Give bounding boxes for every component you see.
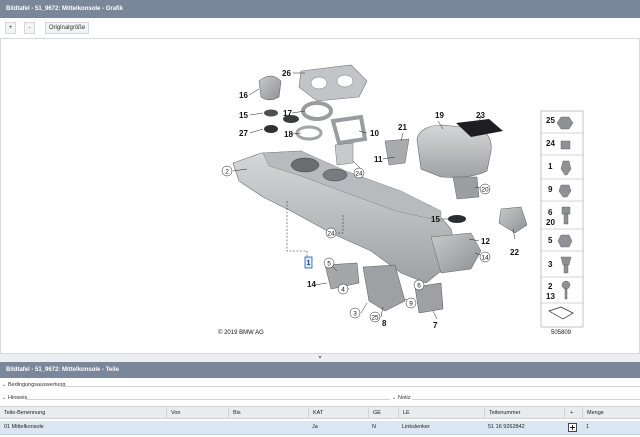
- cell-to: [228, 421, 308, 434]
- chevron-down-icon: ⌄: [391, 395, 397, 401]
- legend-label: 20: [546, 218, 555, 227]
- callout: 10: [370, 129, 379, 138]
- legend-label: 25: [546, 116, 555, 125]
- callout: 25: [371, 315, 379, 322]
- callout: 22: [510, 248, 519, 257]
- add-to-cart-button[interactable]: [564, 421, 582, 434]
- copyright-label: © 2019 BMW AG: [218, 329, 264, 336]
- hint-accordion[interactable]: ⌄ Hinweis: [0, 392, 320, 404]
- callout: 11: [374, 155, 383, 164]
- image-number: 505809: [551, 330, 572, 336]
- hint-label: Hinweis: [8, 395, 28, 401]
- callout: 19: [435, 111, 444, 120]
- add-to-cart-icon: [568, 423, 577, 432]
- cell-ge: N: [372, 424, 376, 430]
- column-header-add[interactable]: +: [564, 407, 582, 418]
- callout: 5: [327, 261, 331, 268]
- column-header-name[interactable]: Teile-Benennung: [0, 407, 166, 418]
- callout: 7: [433, 321, 438, 330]
- column-header-le[interactable]: LE: [398, 407, 484, 418]
- original-size-button[interactable]: Originalgröße: [45, 22, 89, 34]
- table-row[interactable]: 01 Mittelkonsole Ja N Linkslenker 51 16 …: [0, 421, 640, 435]
- column-header-from[interactable]: Von: [166, 407, 228, 418]
- cell-name: 01 Mittelkonsole: [4, 424, 44, 430]
- callout: 1: [307, 260, 311, 267]
- parts-diagram[interactable]: 26 16 15 17 27 18 10 19 23 21 11 15 12 2…: [1, 39, 639, 353]
- panel-splitter[interactable]: ▾: [0, 354, 640, 362]
- parts-panel-title: Bildtafel - 51_9672: Mittelkonsole - Tei…: [0, 362, 640, 378]
- column-header-to[interactable]: Bis: [228, 407, 308, 418]
- callout: 27: [239, 129, 248, 138]
- cell-part-number: 51 16 9262842: [488, 424, 525, 430]
- diagram-frame: 26 16 15 17 27 18 10 19 23 21 11 15 12 2…: [0, 38, 640, 354]
- legend-label: 9: [548, 185, 553, 194]
- legend-label: 2: [548, 282, 553, 291]
- zoom-in-button[interactable]: +: [5, 22, 16, 34]
- column-header-kat[interactable]: KAT: [308, 407, 368, 418]
- callout: 23: [476, 111, 485, 120]
- zoom-out-button[interactable]: -: [24, 22, 35, 34]
- legend-label: 1: [548, 162, 553, 171]
- callout: 24: [355, 171, 363, 178]
- callout: 20: [481, 187, 489, 194]
- callout: 15: [239, 111, 248, 120]
- graphic-toolbar: + - Originalgröße: [0, 20, 640, 36]
- note-accordion[interactable]: ⌄ Notiz: [390, 392, 640, 404]
- callout: 14: [307, 280, 316, 289]
- callout: 21: [398, 123, 407, 132]
- legend-label: 5: [548, 236, 553, 245]
- chevron-down-icon: ⌄: [1, 395, 7, 401]
- callout: 26: [282, 69, 291, 78]
- legend-label: 13: [546, 292, 555, 301]
- column-header-ge[interactable]: GE: [368, 407, 398, 418]
- graphic-panel-title: Bildtafel - 51_9672: Mittelkonsole - Gra…: [0, 0, 640, 18]
- column-header-part-number[interactable]: Teilenummer: [484, 407, 564, 418]
- cell-kat: Ja: [312, 424, 318, 430]
- cell-qty: 1: [586, 424, 590, 430]
- callout: 12: [481, 237, 490, 246]
- callout: 6: [417, 283, 421, 290]
- callout: 18: [284, 130, 293, 139]
- callout: 16: [239, 91, 248, 100]
- table-header: Teile-Benennung Von Bis KAT GE LE Teilen…: [0, 406, 640, 419]
- hardware-legend: 25 24 1 9 6 20 5 3 2 13: [540, 110, 584, 328]
- callout: 17: [283, 109, 292, 118]
- cell-from: [166, 421, 228, 434]
- condition-accordion[interactable]: ⌄ Bedingungsauswertung: [0, 379, 640, 391]
- chevron-down-icon: ⌄: [1, 382, 7, 388]
- svg-text:14: 14: [481, 255, 489, 262]
- callout: 24: [327, 231, 335, 238]
- cell-le: Linkslenker: [402, 424, 430, 430]
- callout: 8: [382, 319, 387, 328]
- legend-label: 3: [548, 260, 553, 269]
- chevron-down-icon[interactable]: ▾: [316, 355, 324, 361]
- callout: 3: [353, 311, 357, 318]
- legend-label: 24: [546, 139, 555, 148]
- condition-label: Bedingungsauswertung: [8, 382, 66, 388]
- column-header-qty[interactable]: Menge: [582, 407, 640, 418]
- callout: 9: [409, 301, 413, 308]
- legend-label: 6: [548, 208, 553, 217]
- callout: 4: [341, 287, 345, 294]
- callout: 15: [431, 215, 440, 224]
- note-label: Notiz: [398, 395, 411, 401]
- callout: 2: [225, 169, 229, 176]
